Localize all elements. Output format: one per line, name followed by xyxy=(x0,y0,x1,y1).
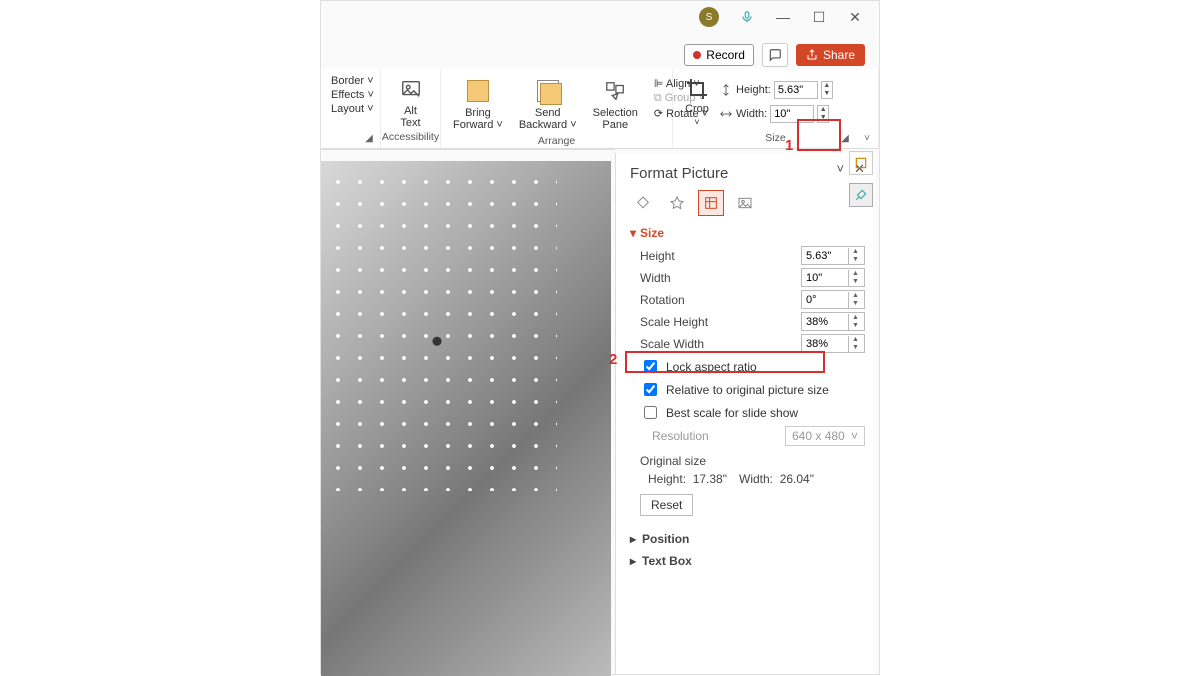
original-size-label: Original size xyxy=(640,454,865,468)
height-spinner[interactable]: ▲▼ xyxy=(821,81,833,99)
picture-effects-menu[interactable]: Effects ˅ xyxy=(331,89,370,101)
pane-scale-width-label: Scale Width xyxy=(640,337,704,351)
selection-pane-button[interactable]: Selection Pane xyxy=(589,75,642,133)
resolution-select: 640 x 480˅ xyxy=(785,426,865,446)
original-size-values: Height: 17.38" Width: 26.04" xyxy=(648,472,865,486)
pane-scale-height-label: Scale Height xyxy=(640,315,708,329)
tab-fill-icon[interactable] xyxy=(630,190,656,216)
pane-sh-spinner[interactable]: ▲▼ xyxy=(848,314,862,330)
annotation-box-2 xyxy=(625,351,825,373)
user-avatar[interactable]: S xyxy=(699,7,719,27)
share-button[interactable]: Share xyxy=(796,44,865,66)
send-backward-button[interactable]: Send Backward ˅ xyxy=(515,75,581,133)
picture-layout-menu[interactable]: Layout ˅ xyxy=(331,103,370,115)
best-scale-checkbox[interactable]: Best scale for slide show xyxy=(640,403,865,422)
tab-picture-icon[interactable] xyxy=(732,190,758,216)
pane-height-spinner[interactable]: ▲▼ xyxy=(848,248,862,264)
size-section-header[interactable]: ▾ Size xyxy=(630,226,865,240)
position-section-header[interactable]: ▸ Position xyxy=(630,532,865,546)
pane-width-label: Width xyxy=(640,271,671,285)
maximize-button[interactable]: ☐ xyxy=(811,9,827,25)
bring-forward-button[interactable]: Bring Forward ˅ xyxy=(449,75,507,133)
side-tool-shape-icon[interactable] xyxy=(849,151,873,175)
pane-height-input[interactable] xyxy=(802,249,848,263)
image-placeholder-dots xyxy=(327,171,557,491)
pane-tabs xyxy=(630,190,865,216)
quick-actions: Record Share xyxy=(684,43,865,67)
comments-button[interactable] xyxy=(762,43,788,67)
height-icon xyxy=(719,83,733,97)
pane-rotation-input[interactable] xyxy=(802,293,848,307)
pane-rotation-label: Rotation xyxy=(640,293,685,307)
pane-rotation-spinner[interactable]: ▲▼ xyxy=(848,292,862,308)
width-icon xyxy=(719,107,733,121)
tab-effects-icon[interactable] xyxy=(664,190,690,216)
resolution-label: Resolution xyxy=(652,429,709,443)
minimize-button[interactable]: — xyxy=(775,9,791,25)
height-label: Height: xyxy=(736,84,771,96)
relative-original-label: Relative to original picture size xyxy=(666,383,829,397)
pane-scale-height-input[interactable] xyxy=(802,315,848,329)
app-window: S — ☐ ✕ Record Share Border ˅ Effects ˅ … xyxy=(320,0,880,675)
width-label: Width: xyxy=(736,108,767,120)
annotation-number-1: 1 xyxy=(785,137,793,154)
arrange-group-label: Arrange xyxy=(447,135,666,149)
picture-border-menu[interactable]: Border ˅ xyxy=(331,75,370,87)
format-picture-pane: ˅ ✕ Format Picture ▾ Size Height ▲▼ Widt… xyxy=(615,153,875,674)
pane-width-spinner[interactable]: ▲▼ xyxy=(848,270,862,286)
side-tool-column xyxy=(847,151,875,207)
tab-size-icon[interactable] xyxy=(698,190,724,216)
pane-width-input[interactable] xyxy=(802,271,848,285)
side-tool-designer-icon[interactable] xyxy=(849,183,873,207)
mic-icon[interactable] xyxy=(739,9,755,25)
height-input[interactable] xyxy=(774,81,818,99)
annotation-box-1 xyxy=(797,119,841,151)
pane-sw-spinner[interactable]: ▲▼ xyxy=(848,336,862,352)
pane-scale-width-input[interactable] xyxy=(802,337,848,351)
best-scale-label: Best scale for slide show xyxy=(666,406,798,420)
alt-text-button[interactable]: Alt Text xyxy=(393,73,429,131)
crop-button[interactable]: Crop˅ xyxy=(685,77,709,127)
styles-launcher-icon[interactable]: ◢ xyxy=(362,131,376,145)
titlebar-controls: S — ☐ ✕ xyxy=(699,7,863,27)
pane-options-icon[interactable]: ˅ xyxy=(837,161,845,177)
pane-height-label: Height xyxy=(640,249,675,263)
annotation-number-2: 2 xyxy=(609,351,617,368)
textbox-section-header[interactable]: ▸ Text Box xyxy=(630,554,865,568)
record-button[interactable]: Record xyxy=(684,44,754,66)
accessibility-group-label: Accessibility xyxy=(382,131,439,145)
close-button[interactable]: ✕ xyxy=(847,9,863,25)
ribbon: Border ˅ Effects ˅ Layout ˅ ◢ Alt Text A… xyxy=(321,69,879,149)
ribbon-collapse-icon[interactable]: ˅ xyxy=(860,131,874,145)
pane-title: Format Picture xyxy=(630,165,865,182)
reset-button[interactable]: Reset xyxy=(640,494,693,516)
relative-original-checkbox[interactable]: Relative to original picture size xyxy=(640,380,865,399)
